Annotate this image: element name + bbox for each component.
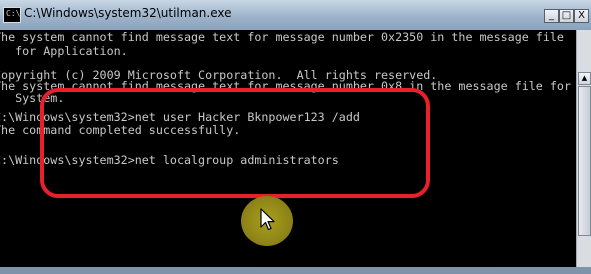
command-prompt-icon: C:\ bbox=[3, 7, 21, 23]
title-bar[interactable]: C:\ C:\Windows\system32\utilman.exe _ □ … bbox=[0, 0, 591, 31]
minimize-button[interactable]: _ bbox=[544, 9, 559, 23]
red-highlight-annotation bbox=[40, 88, 430, 198]
scroll-up-arrow-icon[interactable]: ▲ bbox=[578, 72, 591, 85]
vertical-scrollbar[interactable]: ▲ bbox=[576, 30, 591, 267]
console-line: The system cannot find message text for … bbox=[0, 30, 564, 44]
console-window: C:\ C:\Windows\system32\utilman.exe _ □ … bbox=[0, 0, 591, 274]
console-line: for Application. bbox=[0, 44, 128, 58]
scroll-thumb[interactable] bbox=[578, 86, 591, 236]
maximize-button[interactable]: □ bbox=[559, 9, 574, 23]
window-title: C:\Windows\system32\utilman.exe bbox=[24, 6, 232, 20]
close-button[interactable]: X bbox=[574, 9, 589, 23]
mouse-pointer-icon bbox=[260, 208, 275, 231]
